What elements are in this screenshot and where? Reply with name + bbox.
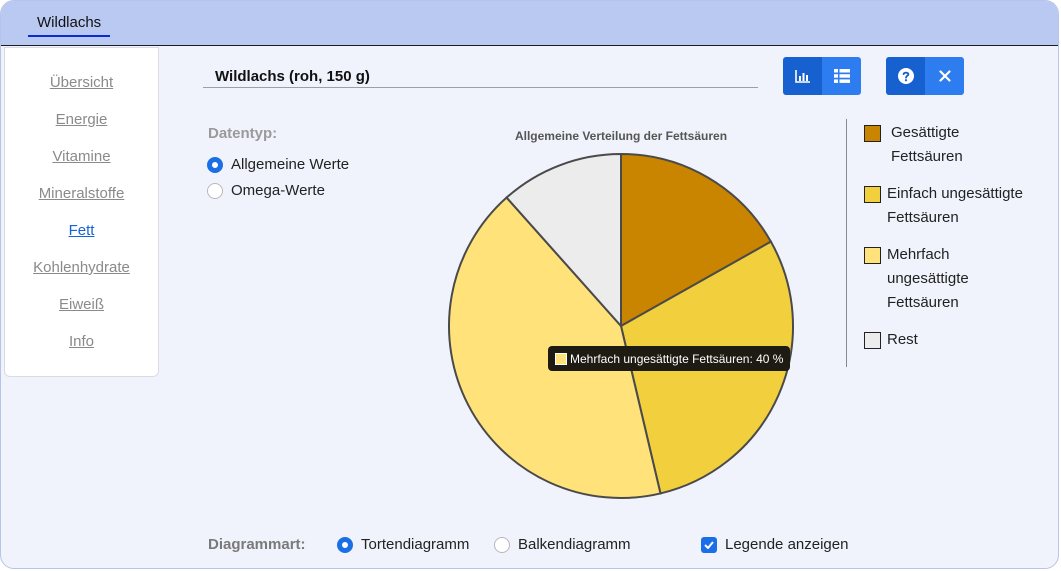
table-view-button[interactable] [822,57,861,95]
close-button[interactable] [925,57,964,95]
radio-selected-icon[interactable] [337,536,353,553]
dialog-controls-group [886,57,964,95]
legend-swatch [864,247,881,264]
view-toggle-group [783,57,861,95]
bar-chart-icon [794,70,810,83]
legend-toggle[interactable]: Legende anzeigen [701,536,848,553]
sidebar-item-info[interactable]: Info [5,333,158,350]
diagram-option-label: Balkendiagramm [518,536,631,553]
sidebar-item-mineralstoffe[interactable]: Mineralstoffe [5,185,158,202]
legend-item-monounsaturated[interactable]: Einfach ungesättigte Fettsäuren [864,182,1023,230]
datatype-option-general[interactable]: Allgemeine Werte [207,156,349,173]
help-icon [897,68,914,84]
legend-label: Rest [887,331,918,348]
legend-toggle-label: Legende anzeigen [725,536,849,553]
legend-divider [846,119,847,367]
legend-label: Gesättigte Fettsäuren [891,124,963,165]
top-bar: Wildlachs [1,1,1058,46]
legend-item-polyunsaturated[interactable]: Mehrfach ungesättigte Fettsäuren [864,243,969,315]
chart-title: Allgemeine Verteilung der Fettsäuren [514,129,728,143]
diagram-option-bar[interactable]: Balkendiagramm [494,536,631,553]
legend-swatch [864,186,881,203]
sidebar-item-kohlenhydrate[interactable]: Kohlenhydrate [5,259,158,276]
tooltip-text: Mehrfach ungesättigte Fettsäuren: 40 % [570,351,784,366]
help-button[interactable] [886,57,925,95]
list-icon [833,69,850,83]
radio-selected-icon[interactable] [207,156,223,173]
legend-swatch [864,125,881,142]
title-divider [203,87,758,88]
datatype-option-omega[interactable]: Omega-Werte [207,182,325,199]
legend-item-rest[interactable]: Rest [864,328,918,352]
pie-chart [448,152,794,499]
sidebar-item-fett[interactable]: Fett [5,222,158,239]
sidebar-item-vitamine[interactable]: Vitamine [5,148,158,165]
chart-view-button[interactable] [783,57,822,95]
tooltip-swatch [555,352,567,365]
datatype-label: Datentyp: [208,125,278,142]
sidebar-item-energie[interactable]: Energie [5,111,158,128]
sidebar: Übersicht Energie Vitamine Mineralstoffe… [4,47,159,377]
chart-options-bar: Diagrammart: Tortendiagramm Balkendiagra… [1,536,1058,556]
page-title: Wildlachs (roh, 150 g) [215,68,370,85]
sidebar-item-uebersicht[interactable]: Übersicht [5,74,158,91]
legend-label: Einfach ungesättigte Fettsäuren [887,185,1023,226]
diagram-option-label: Tortendiagramm [361,536,470,553]
chart-tooltip: Mehrfach ungesättigte Fettsäuren: 40 % [548,346,791,371]
diagram-type-label: Diagrammart: [208,536,306,553]
radio-unselected-icon[interactable] [207,182,223,199]
sidebar-item-eiweiss[interactable]: Eiweiß [5,296,158,313]
app-frame: Wildlachs Übersicht Energie Vitamine Min… [0,0,1059,569]
tab-food[interactable]: Wildlachs [28,14,111,37]
radio-unselected-icon[interactable] [494,536,510,553]
legend-swatch [864,332,881,349]
legend-item-saturated[interactable]: Gesättigte Fettsäuren [864,121,963,169]
close-icon [938,70,951,82]
diagram-option-pie[interactable]: Tortendiagramm [337,536,469,553]
checkbox-checked-icon[interactable] [701,536,717,553]
legend-label: Mehrfach ungesättigte Fettsäuren [887,246,969,311]
datatype-option-label: Allgemeine Werte [231,156,350,173]
datatype-option-label: Omega-Werte [231,182,325,199]
